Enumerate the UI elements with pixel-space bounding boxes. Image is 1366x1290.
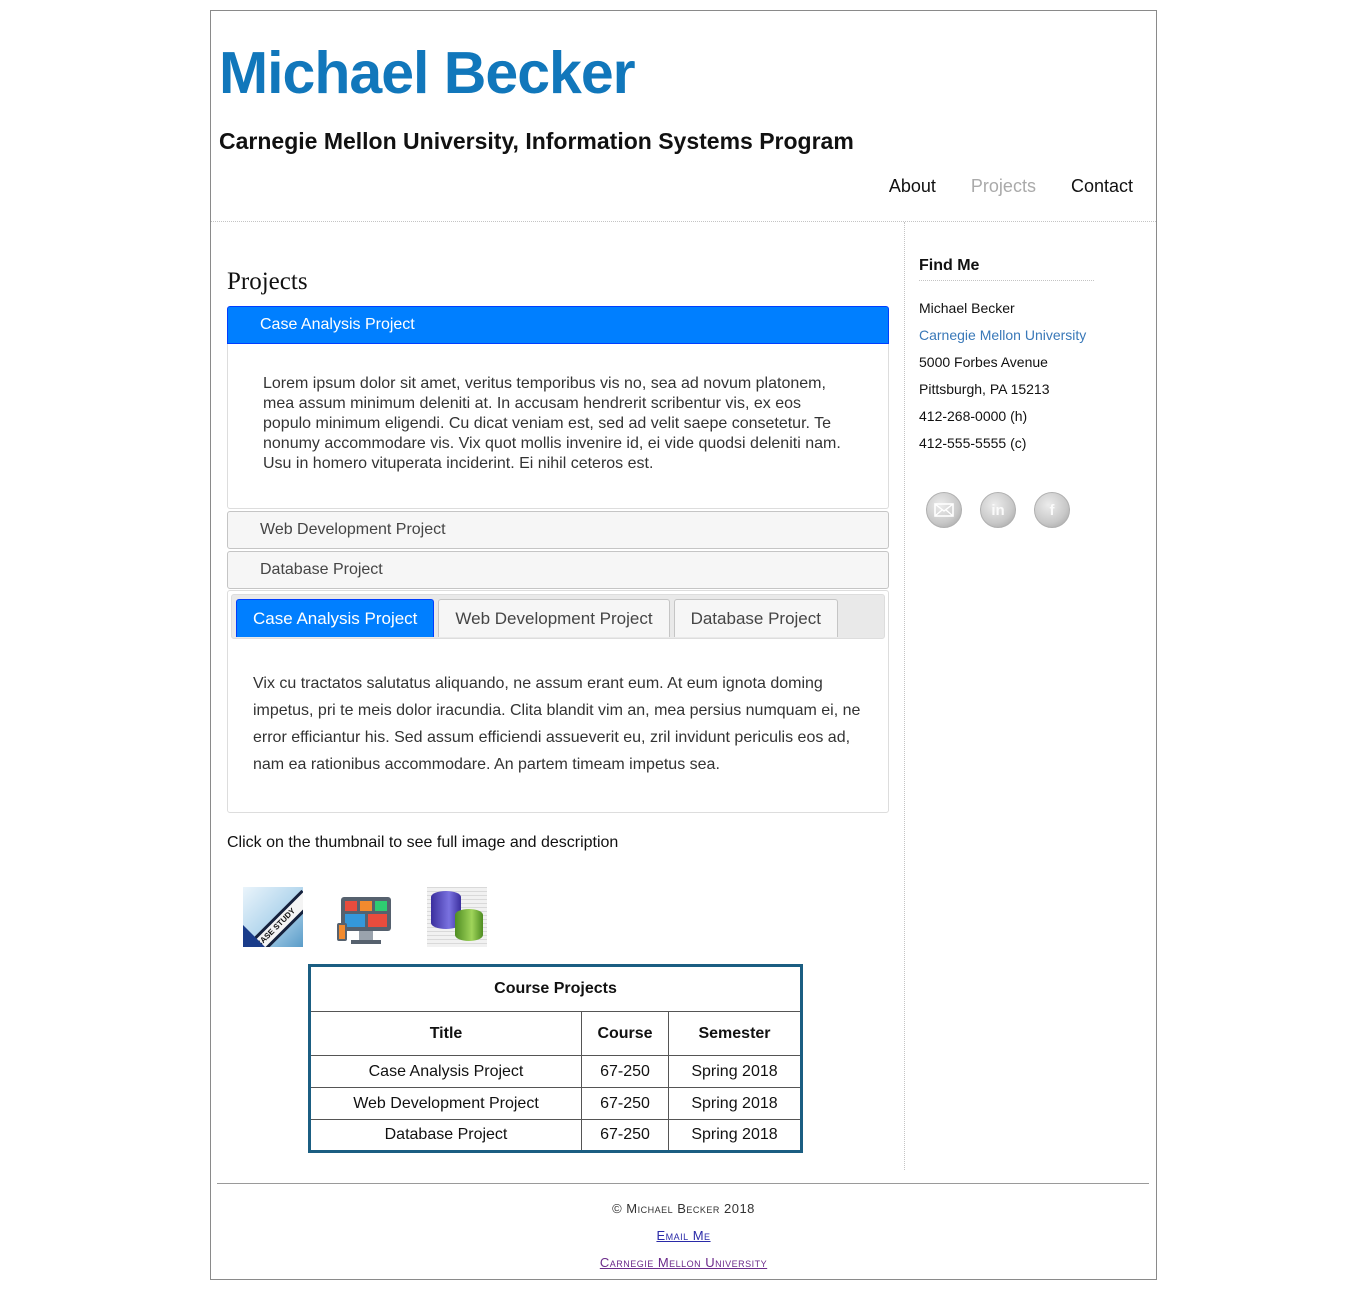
web-development-thumbnail[interactable] <box>335 887 395 947</box>
email-icon[interactable] <box>926 492 962 528</box>
home-phone: 412-268-0000 (h) <box>919 408 1028 424</box>
nav-about[interactable]: About <box>889 175 936 197</box>
table-cell: Case Analysis Project <box>309 1055 582 1088</box>
tab-web-development[interactable]: Web Development Project <box>438 599 670 637</box>
column-header-title: Title <box>309 1011 582 1056</box>
copyright: © Michael Becker 2018 <box>612 1201 755 1216</box>
table-title-row: Course Projects <box>309 965 803 1012</box>
phone-device <box>337 923 347 941</box>
database-thumbnail[interactable] <box>427 887 487 947</box>
facebook-icon[interactable]: f <box>1034 492 1070 528</box>
accordion-header-web-development[interactable]: Web Development Project <box>227 511 889 549</box>
projects-tabs: Case Analysis Project Web Development Pr… <box>227 590 889 813</box>
database-cylinder-green <box>455 909 483 941</box>
cell-phone: 412-555-5555 (c) <box>919 435 1027 451</box>
tab-database[interactable]: Database Project <box>673 599 838 637</box>
table-cell: 67-250 <box>581 1087 669 1120</box>
table-cell: Spring 2018 <box>668 1087 802 1120</box>
social-links: in f <box>926 492 1070 528</box>
university-footer-link[interactable]: Carnegie Mellon University <box>600 1255 767 1270</box>
monitor-screen <box>341 897 391 931</box>
table-row: Web Development Project 67-250 Spring 20… <box>309 1087 802 1120</box>
contact-name: Michael Becker <box>919 300 1015 316</box>
city-state-zip: Pittsburgh, PA 15213 <box>919 381 1050 397</box>
tab-case-analysis[interactable]: Case Analysis Project <box>236 599 435 637</box>
nav-projects[interactable]: Projects <box>971 175 1036 197</box>
projects-accordion: Case Analysis Project Lorem ipsum dolor … <box>227 306 889 589</box>
site-tagline: Carnegie Mellon University, Information … <box>219 128 854 154</box>
tab-panel: Vix cu tractatos salutatus aliquando, ne… <box>253 675 861 773</box>
table-cell: 67-250 <box>581 1119 669 1152</box>
contact-list: Michael Becker Carnegie Mellon Universit… <box>919 295 1094 457</box>
header-divider <box>211 221 1156 222</box>
table-cell: Database Project <box>309 1119 582 1152</box>
course-projects-table: Course Projects Title Course Semester Ca… <box>308 964 803 1153</box>
street-address: 5000 Forbes Avenue <box>919 354 1048 370</box>
sidebar: Find Me Michael Becker Carnegie Mellon U… <box>919 255 1094 528</box>
column-header-semester: Semester <box>668 1011 802 1056</box>
page-title: Projects <box>227 268 308 295</box>
accordion-header-database[interactable]: Database Project <box>227 551 889 589</box>
column-header-course: Course <box>581 1011 669 1056</box>
university-link[interactable]: Carnegie Mellon University <box>919 322 1094 349</box>
footer-divider <box>217 1183 1149 1184</box>
table-caption: Course Projects <box>309 965 803 1012</box>
table-row: Database Project 67-250 Spring 2018 <box>309 1119 802 1152</box>
thumbnail-strip: CASE STUDY <box>243 887 487 947</box>
table-cell: 67-250 <box>581 1055 669 1088</box>
accordion-panel: Lorem ipsum dolor sit amet, veritus temp… <box>227 344 889 509</box>
site-title: Michael Becker <box>219 40 636 106</box>
sidebar-title: Find Me <box>919 255 1094 281</box>
linkedin-icon[interactable]: in <box>980 492 1016 528</box>
table-cell: Spring 2018 <box>668 1119 802 1152</box>
nav-contact[interactable]: Contact <box>1071 175 1133 197</box>
case-study-thumbnail[interactable]: CASE STUDY <box>243 887 303 947</box>
page-container: Michael Becker Carnegie Mellon Universit… <box>210 10 1157 1280</box>
table-header-row: Title Course Semester <box>309 1011 802 1056</box>
main-nav: About Projects Contact <box>889 175 1133 197</box>
tab-bar: Case Analysis Project Web Development Pr… <box>231 594 885 639</box>
table-cell: Spring 2018 <box>668 1055 802 1088</box>
table-cell: Web Development Project <box>309 1087 582 1120</box>
email-me-link[interactable]: Email Me <box>656 1228 710 1243</box>
accordion-header-case-analysis[interactable]: Case Analysis Project <box>227 306 889 344</box>
thumbnail-caption: Click on the thumbnail to see full image… <box>227 834 619 851</box>
table-row: Case Analysis Project 67-250 Spring 2018 <box>309 1055 802 1088</box>
footer: © Michael Becker 2018 Email Me Carnegie … <box>211 1195 1156 1276</box>
monitor-base <box>351 940 381 944</box>
case-study-corner <box>243 925 265 947</box>
sidebar-divider <box>904 222 905 1170</box>
